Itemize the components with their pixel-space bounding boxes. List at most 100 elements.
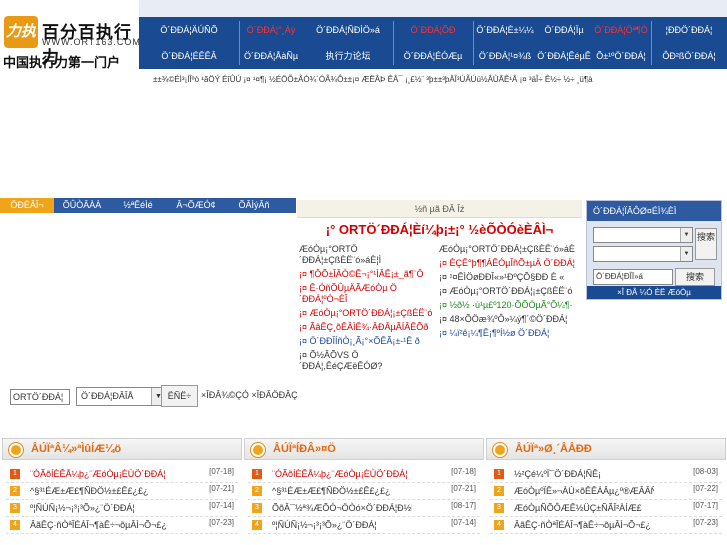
- news-item[interactable]: ¡¤ ¼ï²ê¡¼¶Ê¡¶ºÍ½ø Ö´ÐÐÁ¦: [439, 328, 579, 339]
- chevron-down-icon: ▼: [680, 247, 692, 261]
- list-item[interactable]: 1 ¨ÓÃõÍÈÊÅ¼þ¿¨ÆóÒµ¡ÈÙÖ´ÐÐÁ¦ [07-18]: [6, 466, 238, 483]
- list-item-date: [08-03]: [693, 467, 718, 476]
- nav-item[interactable]: ÔÐ²ßÖ´ÐÐÁ¦: [651, 43, 727, 69]
- city-ticker[interactable]: ±±¾©ÉÌ³¡ÍÎºò ¹ãÖÝ ÉîÛÚ ¡¤ ¹¤¶¡ ½ÉÖÕ±ÅÓ¾´…: [139, 69, 727, 91]
- headline-header: ½ñ µã ÐÂ Îź: [297, 200, 582, 218]
- nav-item[interactable]: Ö´ÐÐÁ¦È±¼¼: [473, 17, 537, 43]
- list-item-title[interactable]: ÆóÒµÑÕÔÆÊ½ÜÇ±ÑÃÎ²ÀÍÆ£: [514, 500, 642, 517]
- list-item-title[interactable]: ¨ÓÃõÍÈÊÅ¼þ¿¨ÆóÒµ¡ÈÙÖ´ÐÐÁ¦: [272, 466, 408, 483]
- keyword-input[interactable]: Ö´ÐÐÁ¦ÐÎÏ»á: [593, 269, 673, 285]
- news-item[interactable]: ¡¤ ÈÇÊ°þ¶¶ÁÊÓµÎñÕ±µÄ Ö´ÐÐÁ¦: [439, 258, 579, 269]
- member-panel-footer[interactable]: ×Î ÐÂ ¼Ó ÈË ÆóÒµ: [587, 286, 721, 299]
- list-item-title[interactable]: ÂãÊÇ·ñÒªÎÉÁÎ¬¶àÊ÷¬õµÂÌ¬Õ¬£¿: [514, 517, 651, 534]
- rank-badge: 1: [10, 469, 20, 479]
- list-item-date: [08-17]: [451, 501, 476, 510]
- nav-item[interactable]: Ö´ÐÐÁ¦¹¤¾ß: [473, 43, 537, 69]
- news-tabs: ÖÐÈÂÏ¬ ÕÛÒÂÀÀ ½ªÊéÌé Â¬ÕÆÓ¢ ÕÂÌýÂñ: [0, 198, 296, 213]
- logo-badge: 力执: [4, 16, 38, 48]
- news-item[interactable]: ¡¤ ¶ÔÕ±ÎÂÒ©Ê¬¡°¹ÌÂÊ¡±_ã¶¨Ô: [299, 269, 439, 280]
- section-forum-new: ÅÚÏªÍÐÂ»¤Ö 1 ¨ÓÃõÍÈÊÅ¼þ¿¨ÆóÒµ¡ÈÙÖ´ÐÐÁ¦ [07…: [244, 438, 484, 545]
- nav-item[interactable]: Ö´ÐÐÁ¦ÊéµÊ: [537, 43, 591, 69]
- list-item[interactable]: 1 ½²Çé¼ºÏ¯Ö´ÐÐÁ¦ÑÊ¡ [08-03]: [490, 466, 722, 483]
- news-item[interactable]: ÆóÒµ¡°ORTÖ´ÐÐÁ¦±ÇßÈË¨ó»áÈ¦Ì: [299, 244, 439, 266]
- list-item-date: [07-21]: [209, 484, 234, 493]
- list-item-date: [07-14]: [209, 501, 234, 510]
- logo-url: WWW.ORT163.COM: [42, 37, 141, 47]
- list-item[interactable]: 3 ÆóÒµÑÕÔÆÊ½ÜÇ±ÑÃÎ²ÀÍÆ£ [07-17]: [490, 500, 722, 517]
- list-item-date: [07-18]: [209, 467, 234, 476]
- nav-item[interactable]: Ö´ÐÐÁ¦ÅàÑµ: [239, 43, 303, 69]
- nav-item[interactable]: Ö´ÐÐÁ¦ÑÐÌÖ»á: [303, 17, 393, 43]
- list-item[interactable]: 4 ÂãÊÇ·ñÒªÎÉÁÎ¬¶àÊ÷¬õµÂÌ¬Õ¬£¿ [07-23]: [6, 517, 238, 534]
- search-input[interactable]: ORTÖ´ÐÐÁ¦: [10, 389, 70, 405]
- news-item[interactable]: ¡¤ Õ½ÂÕVS Ö´ÐÐÁ¦,ÊéÇÆëÊÓØ?: [299, 350, 439, 372]
- nav-item[interactable]: Ö´ÐÐÁ¦Öª¶Ó: [591, 17, 651, 43]
- list-item-title[interactable]: ¨ÓÃõÍÈÊÅ¼þ¿¨ÆóÒµ¡ÈÙÖ´ÐÐÁ¦: [30, 466, 166, 483]
- advanced-search-link[interactable]: ×ÎÐÂ¾©ÇÓ ×ÎÐÂÖÐÂÇ: [201, 390, 298, 400]
- member-select-2[interactable]: ▼: [593, 246, 693, 262]
- chevron-down-icon: ▼: [680, 228, 692, 242]
- nav-item[interactable]: Õ±¹ºÖ´ÐÐÁ¦: [591, 43, 651, 69]
- bullet-icon: [251, 443, 265, 457]
- nav-item[interactable]: Ö´ÐÐÁ¦ÄÚÑÕ: [139, 17, 239, 43]
- list-item[interactable]: 2 ÆóÒµºÏÊ»¬ÀÚ×õÊÊÁÂµ¿º®ÆÂÂÑ¡±£ [07-22]: [490, 483, 722, 500]
- list-item[interactable]: 2 ^§³¹ÉÆ±Æ£¶ÑÐÖ½±£Ê£¿£¿ [07-21]: [248, 483, 480, 500]
- nav-item[interactable]: ¦ÐÐÖ´ÐÐÁ¦: [651, 17, 727, 43]
- list-item-title[interactable]: ÂãÊÇ·ñÒªÎÉÁÎ¬¶àÊ÷¬õµÂÌ¬Õ¬£¿: [30, 517, 167, 534]
- section-title: ÅÚÏª»Ø¸´ÅÅÐÐ: [515, 443, 592, 455]
- news-item[interactable]: ¡¤ 48×ÕÖæ¾ºÔ»¼ý¶´©Ö´ÐÐÁ¦: [439, 314, 579, 325]
- nav-divider: [393, 21, 394, 65]
- news-item[interactable]: ¡¤ ½ð½ ·ú¹µ£º120·ÕÕÒµÃ°Õ¼¶·: [439, 300, 579, 311]
- list-item-title[interactable]: º¦ÑÚÑ¡½¬¡³¡³Õ»¿¨Ö´ÐÐÁ¦: [272, 517, 377, 534]
- member-select-1[interactable]: ▼: [593, 227, 693, 243]
- list-item-title[interactable]: ÕõÂ¯½ª¾ÆÕÓ¬ÖÒó×Ö´ÐÐÁ¦Ð½ÊÎ: [272, 500, 412, 517]
- tab-item[interactable]: ÕÛÒÂÀÀ: [54, 198, 110, 213]
- search-category-label: Ö´ÐÐÁ¦ÐÂÎÅ: [81, 391, 134, 401]
- search-button[interactable]: ËÑË÷: [161, 385, 198, 407]
- member-search-button[interactable]: 搜索: [695, 228, 717, 260]
- list-item-date: [07-21]: [451, 484, 476, 493]
- news-column-left: ÆóÒµ¡°ORTÖ´ÐÐÁ¦±ÇßÈË¨ó»áÈ¦Ì ¡¤ ¶ÔÕ±ÎÂÒ©Ê¬…: [299, 244, 439, 375]
- tab-item[interactable]: ÕÂÌýÂñ: [226, 198, 282, 213]
- nav-item[interactable]: Ö´ÐÐÁ¦ÉÊÊÂ: [139, 43, 239, 69]
- nav-item[interactable]: Ö´ÐÐÁ¦°¸Àý: [239, 17, 303, 43]
- tab-item[interactable]: ÖÐÈÂÏ¬: [0, 198, 54, 213]
- nav-item[interactable]: 执行力论坛: [303, 43, 393, 69]
- list-item-title[interactable]: ^§³¹ÉÆ±Æ£¶ÑÐÖ½±£Ê£¿£¿: [272, 483, 390, 500]
- list-item-title[interactable]: ÆóÒµºÏÊ»¬ÀÚ×õÊÊÁÂµ¿º®ÆÂÂÑ¡±£: [514, 483, 654, 500]
- list-item[interactable]: 3 º¦ÑÚÑ¡½¬¡³¡³Õ»¿¨Ö´ÐÐÁ¦ [07-14]: [6, 500, 238, 517]
- news-item[interactable]: ¡¤ ¹¤ÊÌÖøÐÐÎ«»¹ÐºÇÕ§ÐÐ È «: [439, 272, 579, 283]
- list-item-title[interactable]: º¦ÑÚÑ¡½¬¡³¡³Õ»¿¨Ö´ÐÐÁ¦: [30, 500, 135, 517]
- list-item[interactable]: 4 ÂãÊÇ·ñÒªÎÉÁÎ¬¶àÊ÷¬õµÂÌ¬Õ¬£¿ [07-23]: [490, 517, 722, 534]
- nav-item[interactable]: Ö´ÐÐÁ¦ÕÐ: [393, 17, 473, 43]
- bullet-icon: [9, 443, 23, 457]
- news-item[interactable]: ¡¤ Ö´ÐÐÎÍñÒ¡¸Ã¡°×ÕÊÃ¡±-¹Ê ð: [299, 336, 439, 347]
- search-category-select[interactable]: Ö´ÐÐÁ¦ÐÂÎÅ ▼: [76, 387, 166, 406]
- list-item-title[interactable]: ½²Çé¼ºÏ¯Ö´ÐÐÁ¦ÑÊ¡: [514, 466, 601, 483]
- news-item[interactable]: ¡¤ Ê·ÓñÕÛµÄÃÆóÒµ Ö´ÐÐÁ¦ºÓ¬ÈÎ: [299, 283, 439, 305]
- list-item[interactable]: 1 ¨ÓÃõÍÈÊÅ¼þ¿¨ÆóÒµ¡ÈÙÖ´ÐÐÁ¦ [07-18]: [248, 466, 480, 483]
- nav-item[interactable]: Ö´ÐÐÁ¦Ïµ: [537, 17, 591, 43]
- nav-row-1: Ö´ÐÐÁ¦ÄÚÑÕ Ö´ÐÐÁ¦°¸Àý Ö´ÐÐÁ¦ÑÐÌÖ»á Ö´ÐÐÁ…: [139, 17, 727, 43]
- tab-item[interactable]: ½ªÊéÌé: [110, 198, 166, 213]
- member-panel: Ö´ÐÐÁ¦ÏÂÔØ¤ÉÌ¾ÈÌ ▼ ▼ 搜索 Ö´ÐÐÁ¦ÐÎÏ»á 搜索 ×…: [586, 200, 722, 300]
- section-title: ÅÚÏªÍÐÂ»¤Ö: [273, 443, 336, 455]
- news-item[interactable]: ¡¤ ÆóÒµ¡°ORTÖ´ÐÐÁ¦¡±ÇßÈË¨ó: [299, 308, 439, 319]
- news-item[interactable]: ¡¤ ÆóÒµ¡°ORTÖ´ÐÐÁ¦¡±ÇßÈË¨ó: [439, 286, 579, 297]
- list-item-title[interactable]: ^§³¹ÉÆ±Æ£¶ÑÐÖ½±£Ê£¿£¿: [30, 483, 148, 500]
- main-nav: Ö´ÐÐÁ¦ÄÚÑÕ Ö´ÐÐÁ¦°¸Àý Ö´ÐÐÁ¦ÑÐÌÖ»á Ö´ÐÐÁ…: [139, 17, 727, 69]
- rank-badge: 4: [252, 520, 262, 530]
- tab-item[interactable]: Â¬ÕÆÓ¢: [166, 198, 226, 213]
- site-logo[interactable]: 力执 百分百执行力 WWW.ORT163.COM 中国执行力第一门户: [0, 0, 141, 70]
- keyword-search-button[interactable]: 搜索: [675, 268, 715, 286]
- list-item[interactable]: 4 º¦ÑÚÑ¡½¬¡³¡³Õ»¿¨Ö´ÐÐÁ¦ [07-14]: [248, 517, 480, 534]
- list-item[interactable]: 2 ^§³¹ÉÆ±Æ£¶ÑÐÖ½±£Ê£¿£¿ [07-21]: [6, 483, 238, 500]
- headline-title[interactable]: ¡° ORTÖ´ÐÐÁ¦Èí¼þ¡±¡° ½èÕÒÓèÈÂÌ¬: [297, 222, 582, 237]
- section-list: 1 ½²Çé¼ºÏ¯Ö´ÐÐÁ¦ÑÊ¡ [08-03] 2 ÆóÒµºÏÊ»¬ÀÚ×õÊ…: [486, 460, 726, 534]
- list-item-date: [07-18]: [451, 467, 476, 476]
- news-item[interactable]: ÆóÒµ¡°ORTÖ´ÐÐÁ¦±ÇßÈË¨ó»áÈ: [439, 244, 579, 255]
- news-item[interactable]: ¡¤ ÃâÊÇ¸õÊÂÌÊ¾·ÂÐÂµÃÍÂÊÕð: [299, 322, 439, 333]
- nav-divider: [473, 21, 474, 65]
- list-item[interactable]: 3 ÕõÂ¯½ª¾ÆÕÓ¬ÖÒó×Ö´ÐÐÁ¦Ð½ÊÎ [08-17]: [248, 500, 480, 517]
- nav-item[interactable]: Ö´ÐÐÁ¦ÉÓÆµ: [393, 43, 473, 69]
